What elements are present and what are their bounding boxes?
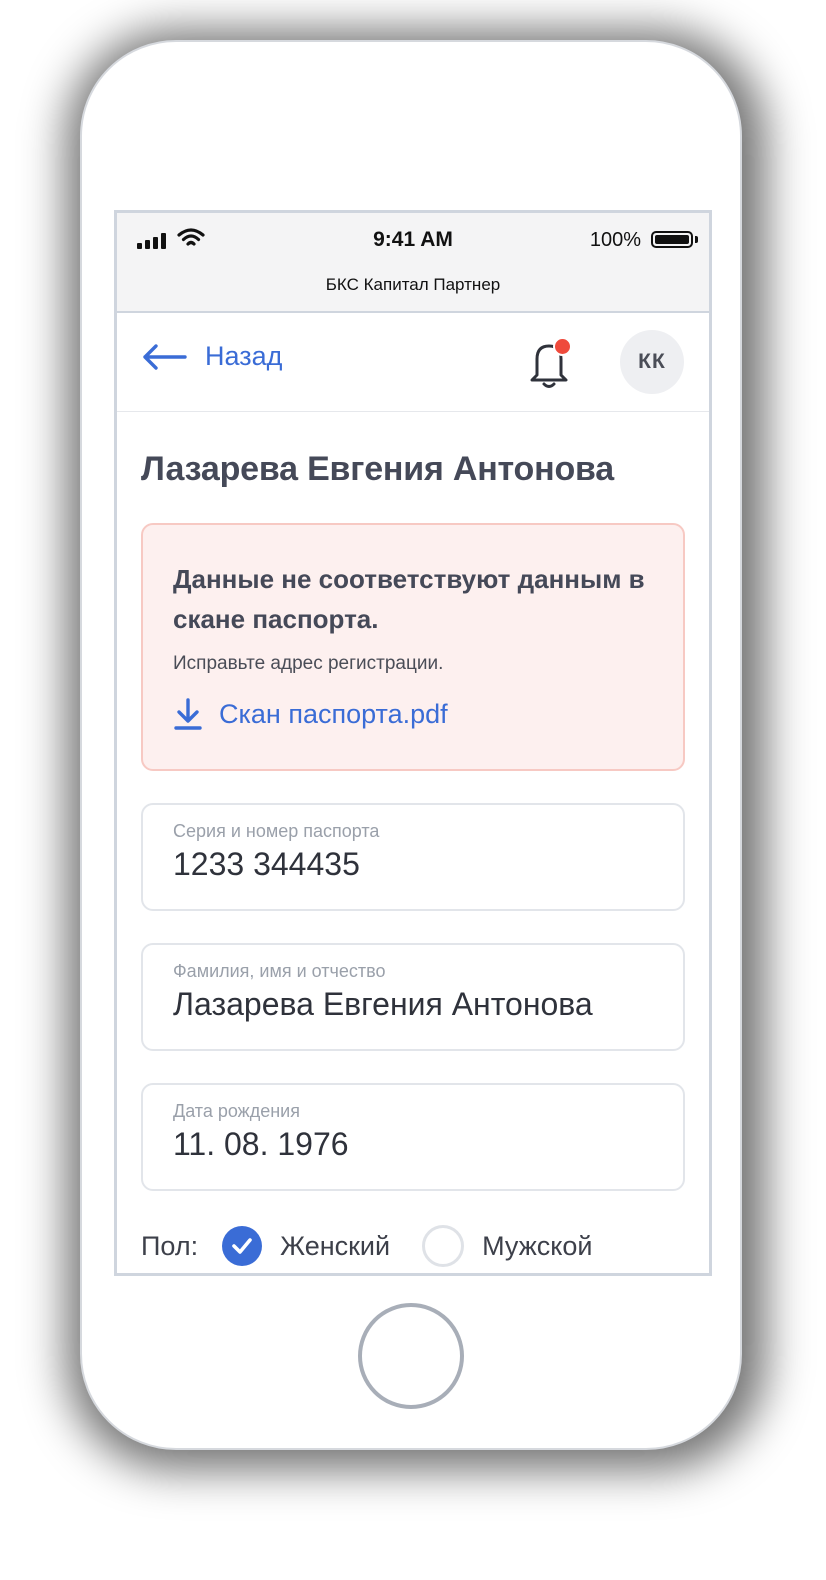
- page-title: Лазарева Евгения Антонова: [141, 450, 614, 488]
- battery-icon: [651, 231, 693, 248]
- check-icon: [232, 1238, 252, 1254]
- battery-percent: 100%: [589, 229, 641, 251]
- full-name-field[interactable]: Фамилия, имя и отчество Лазарева Евгения…: [141, 943, 685, 1051]
- error-alert: Данные не соответствуют данным в скане п…: [141, 523, 685, 771]
- radio-male-label[interactable]: Мужской: [482, 1231, 592, 1262]
- app-name: БКС Капитал Партнер: [325, 275, 501, 294]
- birth-date-field[interactable]: Дата рождения 11. 08. 1976: [141, 1083, 685, 1191]
- gender-label: Пол:: [141, 1230, 199, 1261]
- avatar[interactable]: КК: [620, 330, 684, 394]
- passport-scan-link[interactable]: Скан паспорта.pdf: [173, 697, 653, 731]
- arrow-left-icon: [143, 343, 187, 370]
- field-label: Фамилия, имя и отчество: [173, 961, 386, 981]
- field-label: Дата рождения: [173, 1101, 300, 1121]
- top-nav: Назад КК: [117, 313, 709, 412]
- radio-female-label[interactable]: Женский: [280, 1231, 390, 1262]
- field-label: Серия и номер паспорта: [173, 821, 380, 841]
- alert-title: Данные не соответствуют данным в скане п…: [173, 564, 645, 634]
- radio-female[interactable]: [222, 1226, 263, 1266]
- field-value: Лазарева Евгения Антонова: [173, 986, 593, 1022]
- field-value: 11. 08. 1976: [173, 1126, 349, 1162]
- back-label: Назад: [205, 341, 283, 371]
- phone-screen: 9:41 AM 100% БКС Капитал Партнер Назад К…: [114, 210, 712, 1276]
- gender-selector: Пол: Женский Мужской: [141, 1223, 685, 1269]
- radio-male[interactable]: [422, 1225, 465, 1267]
- field-value: 1233 344435: [173, 846, 360, 882]
- passport-number-field[interactable]: Серия и номер паспорта 1233 344435: [141, 803, 685, 911]
- main-content: Лазарева Евгения Антонова Данные не соот…: [117, 450, 709, 1269]
- back-button[interactable]: Назад: [141, 341, 282, 372]
- alert-subtitle: Исправьте адрес регистрации.: [173, 653, 444, 674]
- download-icon: [174, 698, 202, 730]
- notification-dot: [553, 337, 572, 356]
- battery-tip: [695, 236, 698, 243]
- status-bar: 9:41 AM 100% БКС Капитал Партнер: [117, 213, 709, 313]
- passport-scan-link-label: Скан паспорта.pdf: [219, 698, 448, 729]
- home-button[interactable]: [358, 1303, 464, 1409]
